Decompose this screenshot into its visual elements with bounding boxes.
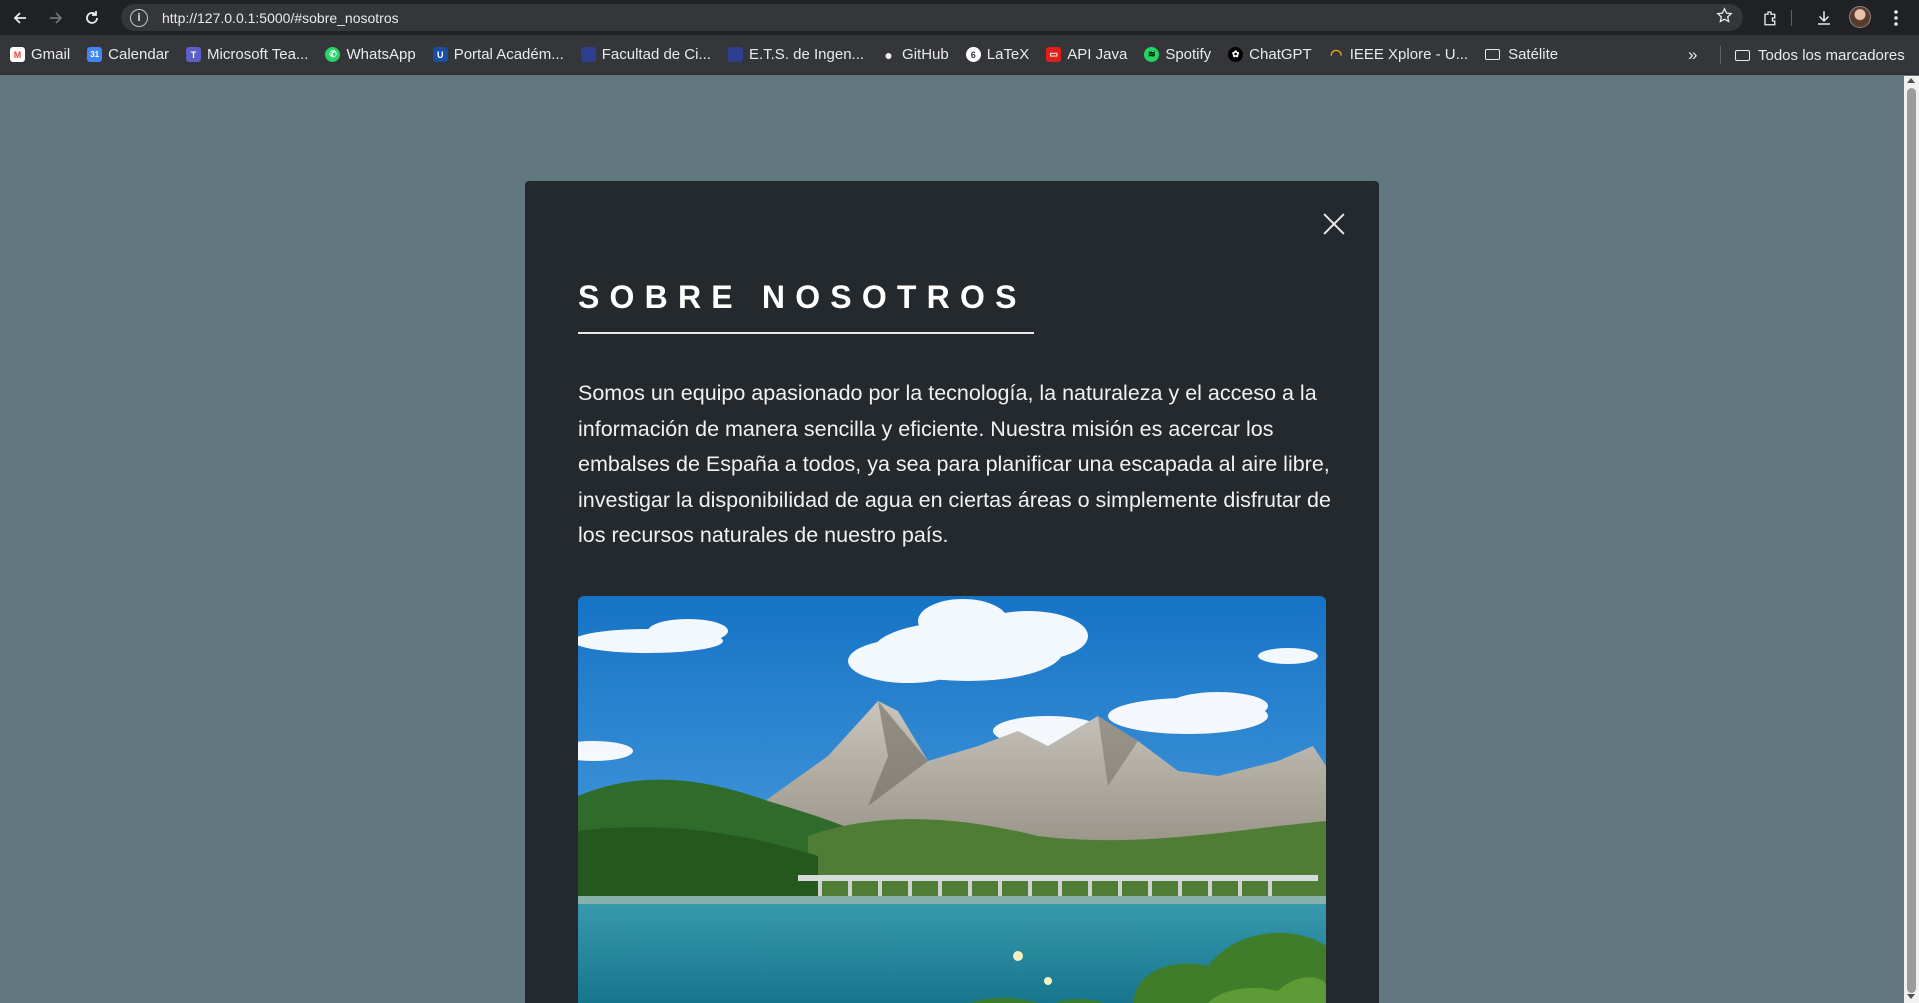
bookmarks-overflow-button[interactable]: » [1688, 35, 1697, 75]
folder-icon [1485, 49, 1501, 60]
calendar-icon: 31 [87, 47, 103, 62]
profile-avatar[interactable] [1849, 6, 1871, 28]
overleaf-icon: 6 [965, 47, 981, 62]
reload-icon[interactable] [74, 0, 110, 35]
bookmark-label: ChatGPT [1249, 46, 1312, 63]
bookmark-label: Facultad de Ci... [601, 46, 711, 63]
bookmark-label: Microsoft Tea... [207, 46, 309, 63]
ieee-icon: ◠ [1330, 46, 1343, 62]
all-bookmarks-label: Todos los marcadores [1758, 46, 1905, 64]
bookmark-ets-ingenieria[interactable]: E.T.S. de Ingen... [727, 46, 865, 63]
github-icon: ● [884, 46, 893, 63]
bookmark-api-java[interactable]: ▭ API Java [1046, 46, 1127, 63]
bookmark-folder-satelite[interactable]: Satélite [1485, 46, 1558, 63]
browser-toolbar: i http://127.0.0.1:5000/#sobre_nosotros [0, 0, 1919, 35]
faculty-icon [580, 47, 596, 62]
bookmark-gmail[interactable]: M Gmail [10, 46, 70, 63]
chatgpt-icon: ✿ [1228, 47, 1244, 62]
scroll-up-arrow-icon[interactable] [1907, 78, 1915, 83]
kebab-menu-icon[interactable] [1883, 5, 1909, 31]
download-icon[interactable] [1811, 5, 1837, 31]
address-bar[interactable]: i http://127.0.0.1:5000/#sobre_nosotros [121, 4, 1743, 31]
scrollbar-thumb[interactable] [1907, 88, 1916, 993]
bookmark-label: E.T.S. de Ingen... [748, 46, 865, 63]
bookmark-portal-academico[interactable]: U Portal Académ... [432, 46, 564, 63]
folder-icon [1735, 49, 1750, 61]
bookmark-chatgpt[interactable]: ✿ ChatGPT [1228, 46, 1312, 63]
bookmark-label: LaTeX [986, 46, 1030, 63]
ets-icon [727, 47, 743, 62]
forward-arrow-icon[interactable] [38, 0, 74, 35]
close-icon[interactable] [1322, 212, 1346, 236]
toolbar-divider [1791, 10, 1792, 26]
bookmark-label: Portal Académ... [453, 46, 564, 63]
bookmark-label: Spotify [1165, 46, 1212, 63]
bookmark-spotify[interactable]: ≋ Spotify [1144, 46, 1211, 63]
bookmark-microsoft-teams[interactable]: T Microsoft Tea... [186, 46, 308, 63]
scroll-down-arrow-icon[interactable] [1907, 994, 1915, 999]
bookmark-label: IEEE Xplore - U... [1349, 46, 1469, 63]
extensions-icon[interactable] [1758, 5, 1784, 31]
all-bookmarks-button[interactable]: Todos los marcadores [1735, 35, 1905, 75]
whatsapp-icon: ✆ [325, 47, 341, 62]
reservoir-landscape-photo [578, 596, 1326, 1003]
bookmark-latex[interactable]: 6 LaTeX [965, 46, 1030, 63]
page-scrollbar[interactable] [1904, 76, 1919, 1003]
about-us-modal: SOBRE NOSOTROS Somos un equipo apasionad… [525, 181, 1379, 1003]
university-icon: U [432, 47, 448, 62]
back-arrow-icon[interactable] [2, 0, 38, 35]
bookmark-label: GitHub [902, 46, 949, 63]
teams-icon: T [186, 47, 202, 62]
bookmarks-bar: M Gmail 31 Calendar T Microsoft Tea... ✆… [0, 35, 1919, 75]
bookmark-star-icon[interactable] [1716, 7, 1733, 29]
bookmark-ieee-xplore[interactable]: ◠ IEEE Xplore - U... [1329, 46, 1468, 63]
bookmark-label: Satélite [1508, 46, 1559, 63]
bookmark-label: Gmail [31, 46, 71, 63]
bookmark-facultad[interactable]: Facultad de Ci... [580, 46, 711, 63]
url-text[interactable]: http://127.0.0.1:5000/#sobre_nosotros [162, 10, 399, 26]
bookmark-label: API Java [1067, 46, 1128, 63]
bookmarks-divider [1720, 46, 1721, 64]
bookmark-calendar[interactable]: 31 Calendar [87, 46, 169, 63]
oracle-icon: ▭ [1046, 47, 1062, 62]
modal-description: Somos un equipo apasionado por la tecnol… [578, 381, 1331, 547]
bookmark-whatsapp[interactable]: ✆ WhatsApp [325, 46, 416, 63]
gmail-icon: M [10, 47, 25, 62]
bookmark-label: WhatsApp [346, 46, 416, 63]
spotify-icon: ≋ [1144, 47, 1160, 62]
site-info-icon[interactable]: i [130, 8, 148, 27]
bookmark-github[interactable]: ● GitHub [881, 46, 949, 63]
modal-title: SOBRE NOSOTROS [578, 279, 1027, 315]
bookmark-label: Calendar [108, 46, 170, 63]
title-underline [578, 332, 1034, 334]
